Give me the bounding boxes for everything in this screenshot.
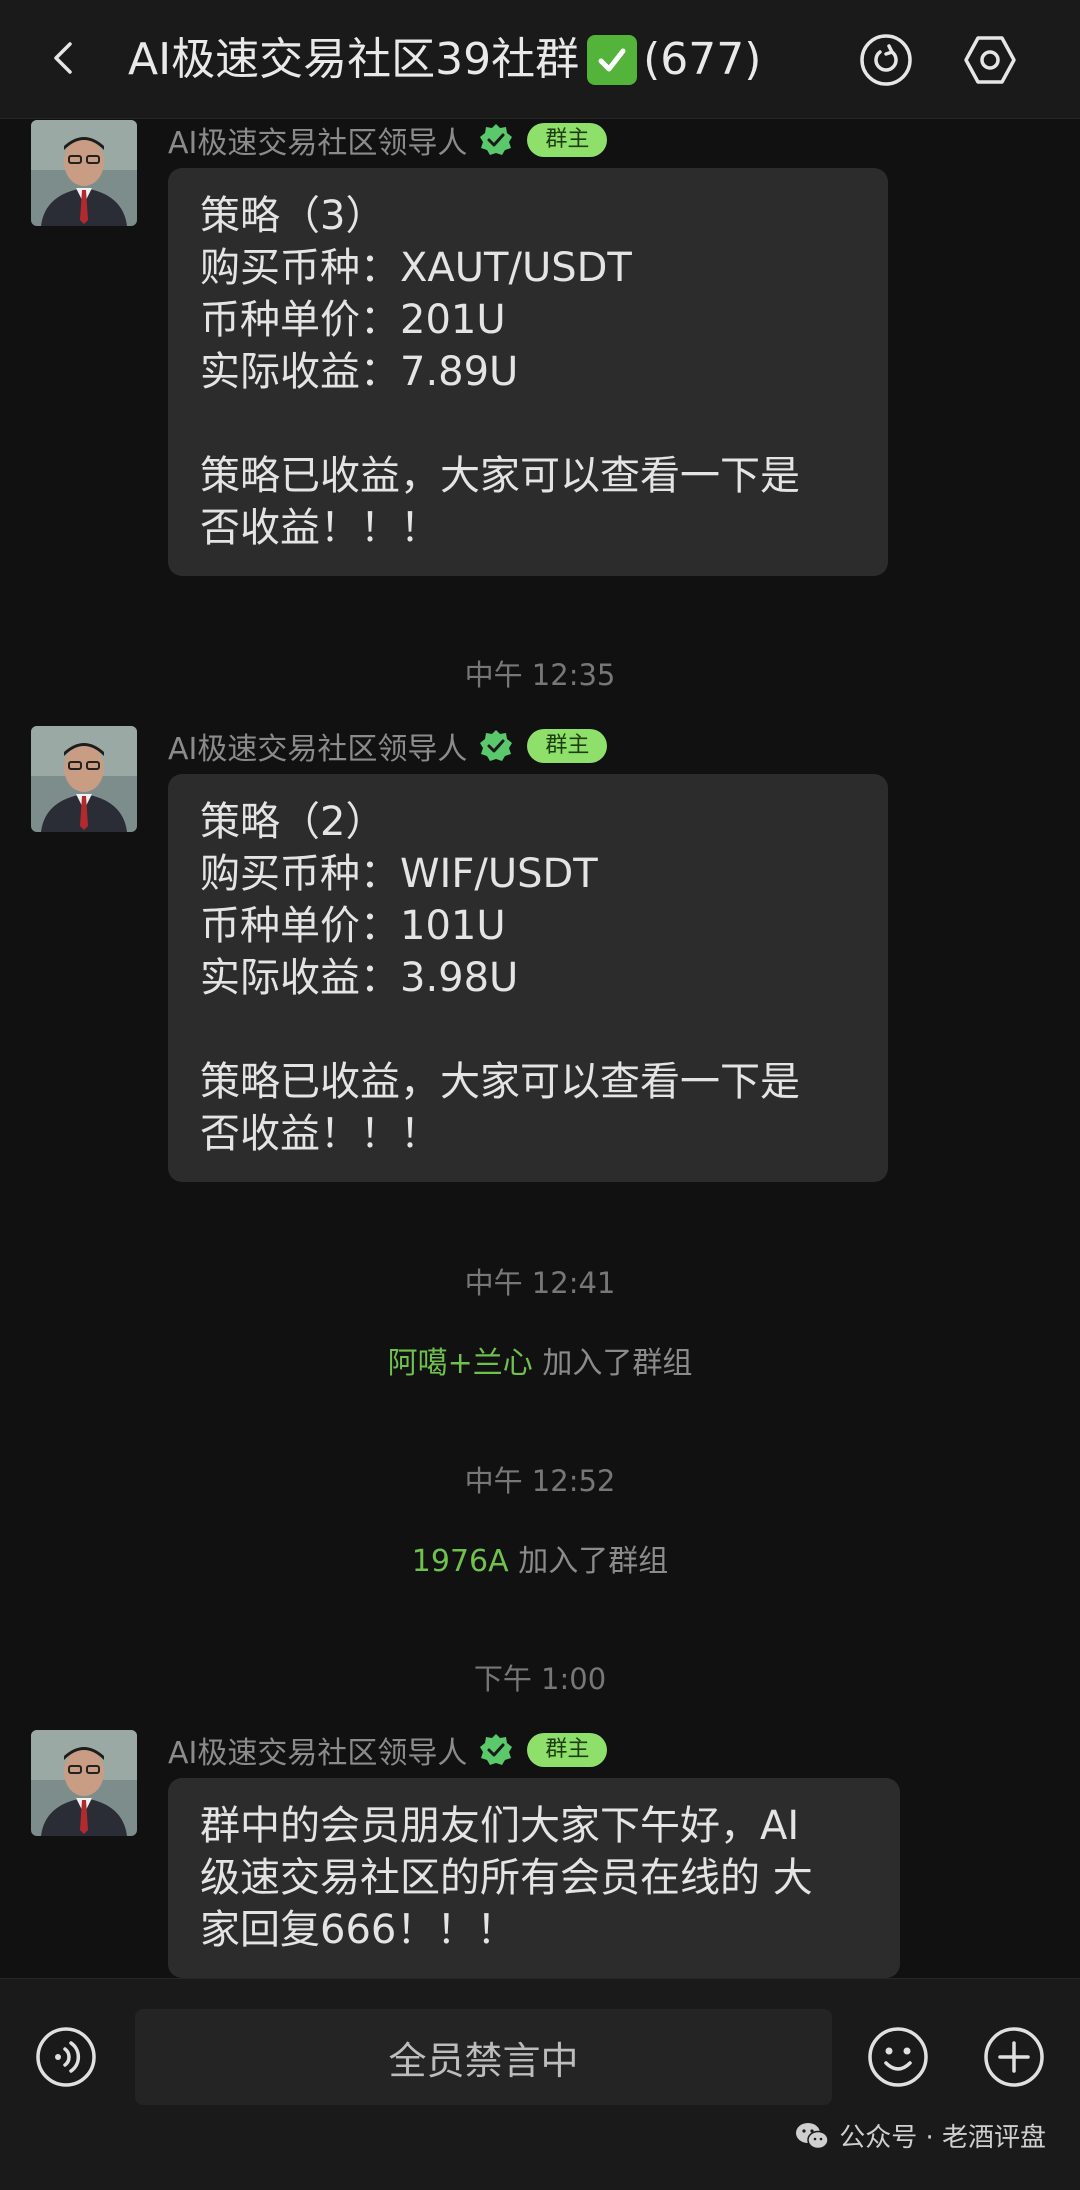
group-owner-badge: 群主 [527,729,608,763]
message-line: 级速交易社区的所有会员在线的 大 [200,1855,813,1901]
watermark-text: 公众号 · 老酒评盘 [839,2123,1046,2153]
message-line: 实际收益：3.98U [200,955,519,1001]
timestamp: 下午 1:00 [473,1662,607,1696]
join-notice-text: 加入了群组 [508,1544,669,1579]
message-line: 购买币种：WIF/USDT [200,851,598,897]
message-line: 币种单价：101U [200,903,506,949]
chat-header: AI极速交易社区39社群 (677) [0,0,1080,119]
join-notice-text: 加入了群组 [532,1346,693,1381]
message-line: 购买币种：XAUT/USDT [200,245,632,291]
sender-row: AI极速交易社区领导人 群主 [168,1730,608,1771]
timestamp: 中午 12:35 [464,658,616,692]
message-line: 否收益！！！ [200,1111,440,1157]
voice-call-icon [860,34,912,86]
message-bubble[interactable]: 群中的会员朋友们大家下午好，AI 级速交易社区的所有会员在线的 大 家回复666… [168,1778,900,1978]
avatar[interactable] [31,120,137,226]
join-notice: 1976A 加入了群组 [0,1536,1080,1580]
settings-icon [964,36,1016,84]
wechat-icon [796,2122,829,2149]
voice-call-button[interactable] [858,32,914,88]
back-button[interactable] [36,30,92,86]
message-line: 否收益！！！ [200,505,440,551]
message-line: 币种单价：201U [200,297,506,343]
voice-input-button[interactable] [34,2025,98,2089]
sender-row: AI极速交易社区领导人 群主 [168,120,608,161]
verified-badge-icon [480,1734,513,1765]
sender-name: AI极速交易社区领导人 [168,732,468,767]
voice-input-icon [36,2027,96,2087]
emoji-button[interactable] [866,2025,930,2089]
watermark: 公众号 · 老酒评盘 [795,2117,1046,2154]
sender-name: AI极速交易社区领导人 [168,1736,468,1771]
verified-badge-icon [480,730,513,761]
message-bubble[interactable]: 策略（3） 购买币种：XAUT/USDT 币种单价：201U 实际收益：7.89… [168,168,888,576]
chevron-left-icon [54,42,72,74]
check-mark-emoji-icon [587,35,638,85]
message-line: 家回复666！！！ [200,1907,517,1953]
message-line [200,1004,856,1056]
joined-member-name[interactable]: 阿噶+兰心 [388,1346,533,1381]
plus-icon [984,2027,1044,2087]
group-owner-badge: 群主 [527,123,608,157]
join-notice: 阿噶+兰心 加入了群组 [0,1338,1080,1382]
input-bar: 全员禁言中 公众号 · 老酒评盘 [0,1978,1080,2190]
message-line: 策略（2） [200,799,386,845]
avatar[interactable] [31,1730,137,1836]
message-bubble[interactable]: 策略（2） 购买币种：WIF/USDT 币种单价：101U 实际收益：3.98U… [168,774,888,1182]
timestamp: 中午 12:52 [464,1464,616,1498]
message-line: 实际收益：7.89U [200,349,519,395]
emoji-icon [868,2027,928,2087]
member-count: (677) [643,34,762,85]
muted-input-field[interactable]: 全员禁言中 [135,2009,832,2105]
message-line: 群中的会员朋友们大家下午好，AI [200,1803,800,1849]
message-line: 策略已收益，大家可以查看一下是 [200,453,800,499]
settings-button[interactable] [962,32,1018,88]
more-options-button[interactable] [982,2025,1046,2089]
joined-member-name[interactable]: 1976A [412,1544,509,1579]
message-line: 策略（3） [200,193,386,239]
sender-row: AI极速交易社区领导人 群主 [168,726,608,767]
timestamp: 中午 12:41 [464,1266,616,1300]
verified-badge-icon [480,124,513,155]
message-line: 策略已收益，大家可以查看一下是 [200,1059,800,1105]
group-owner-badge: 群主 [527,1733,608,1767]
group-name: AI极速交易社区39社群 [128,34,580,85]
chat-title: AI极速交易社区39社群 (677) [128,30,761,90]
sender-name: AI极速交易社区领导人 [168,126,468,161]
message-line [200,398,856,450]
avatar[interactable] [31,726,137,832]
chat-screen: AI极速交易社区39社群 (677) AI极速交易社区领导人 群主 策略（3） … [0,0,1080,2190]
